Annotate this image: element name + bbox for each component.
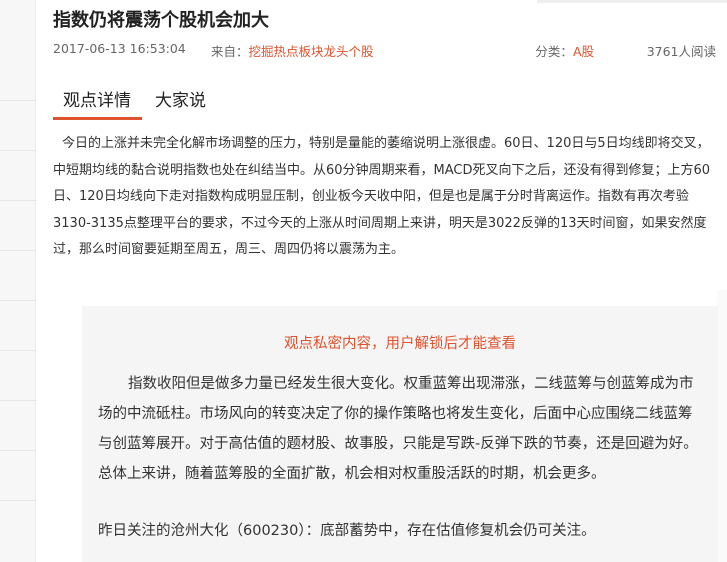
source-link[interactable]: 挖掘热点板块龙头个股 — [249, 44, 374, 59]
source-info: 来自：挖掘热点板块龙头个股 — [211, 41, 374, 60]
category-link[interactable]: A股 — [573, 44, 594, 59]
sidebar-divider — [0, 500, 36, 501]
active-tab-indicator — [53, 117, 142, 120]
category-info: 分类：A股 — [535, 41, 594, 60]
read-count: 3761人阅读 — [646, 44, 716, 59]
sidebar-divider — [0, 450, 36, 451]
publish-date: 2017-06-13 16:53:04 — [53, 41, 186, 56]
source-label: 来自： — [211, 44, 249, 59]
sidebar-divider — [0, 250, 36, 251]
locked-notice: 观点私密内容，用户解锁后才能查看 — [284, 336, 516, 352]
article-meta: 2017-06-13 16:53:04 来自：挖掘热点板块龙头个股 分类：A股 … — [53, 41, 716, 60]
sidebar-divider — [0, 300, 36, 301]
tab-viewpoint-details[interactable]: 观点详情 — [63, 86, 131, 111]
sidebar-divider — [0, 100, 36, 101]
locked-paragraph: 指数收阳但是做多力量已经发生很大变化。权重蓝筹出现滞涨，二线蓝筹与创蓝筹成为市场… — [98, 376, 698, 482]
right-edge-panel — [717, 290, 727, 562]
locked-content-panel: 观点私密内容，用户解锁后才能查看 指数收阳但是做多力量已经发生很大变化。权重蓝筹… — [82, 306, 718, 562]
article-title: 指数仍将震荡个股机会加大 — [53, 10, 269, 31]
sidebar-divider — [0, 400, 36, 401]
sidebar-divider — [0, 150, 36, 151]
sidebar-divider — [0, 350, 36, 351]
article-body: 今日的上涨并未完全化解市场调整的压力，特别是量能的萎缩说明上涨很虚。60日、12… — [53, 136, 711, 257]
category-label: 分类： — [535, 44, 573, 59]
sidebar-divider — [0, 200, 36, 201]
locked-footer-note: 昨日关注的沧州大化（600230）：底部蓄势中，存在估值修复机会仍可关注。 — [98, 523, 596, 539]
top-edge-bar — [537, 0, 727, 3]
tab-comments[interactable]: 大家说 — [155, 86, 206, 111]
left-sidebar-edge — [0, 0, 36, 562]
